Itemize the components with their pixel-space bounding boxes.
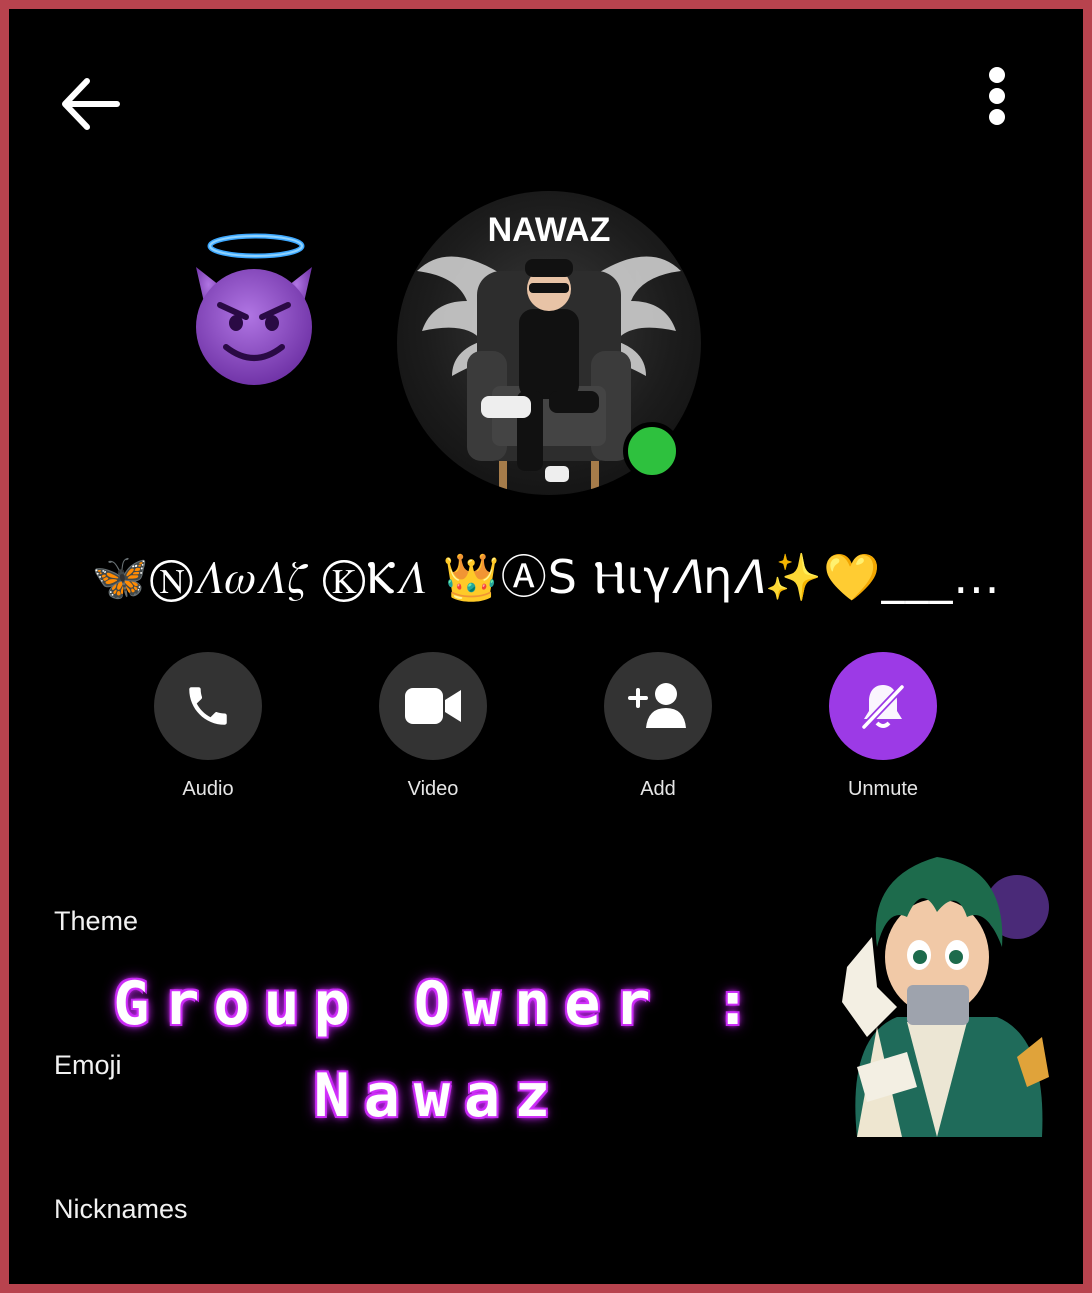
action-bar: Audio Video Add Unmute xyxy=(9,652,1083,822)
unmute-label: Unmute xyxy=(847,778,919,800)
add-label: Add xyxy=(640,778,676,800)
group-name: 🦋Ⓝ𝛬𝜔𝛬𝜁 ⓀⲔ𝛬 👑ⒶS Ⲏιγ𝛬η𝛬✨💛___... xyxy=(91,550,1001,604)
audio-label: Audio xyxy=(182,778,234,800)
more-vertical-icon xyxy=(989,67,1005,83)
phone-icon xyxy=(189,687,227,725)
add-member-button[interactable]: Add xyxy=(588,652,728,801)
bell-off-icon xyxy=(861,684,905,730)
anime-character-sticker xyxy=(842,857,1049,1137)
avatar-title: NAWAZ xyxy=(488,211,611,249)
smiling-devil-halo-sticker xyxy=(196,233,312,385)
screen: NAWAZ 🦋Ⓝ𝛬𝜔𝛬𝜁 ⓀⲔ𝛬 👑ⒶS Ⲏιγ𝛬η𝛬✨💛___... Audi… xyxy=(9,9,1083,1284)
group-owner-overlay: Group Owner : xyxy=(113,969,765,1039)
audio-call-button[interactable]: Audio xyxy=(138,652,278,801)
more-options-button[interactable] xyxy=(967,67,1031,141)
video-label: Video xyxy=(407,778,459,800)
unmute-button[interactable]: Unmute xyxy=(813,652,953,801)
nicknames-setting[interactable]: Nicknames xyxy=(54,1194,188,1225)
back-button[interactable] xyxy=(57,69,137,139)
online-status-indicator xyxy=(623,422,681,480)
arrow-left-icon xyxy=(62,78,120,130)
video-camera-icon xyxy=(405,688,461,724)
add-person-icon xyxy=(628,683,686,728)
theme-setting[interactable]: Theme xyxy=(54,906,138,937)
video-call-button[interactable]: Video xyxy=(363,652,503,801)
owner-name-overlay: Nawaz xyxy=(313,1061,565,1131)
